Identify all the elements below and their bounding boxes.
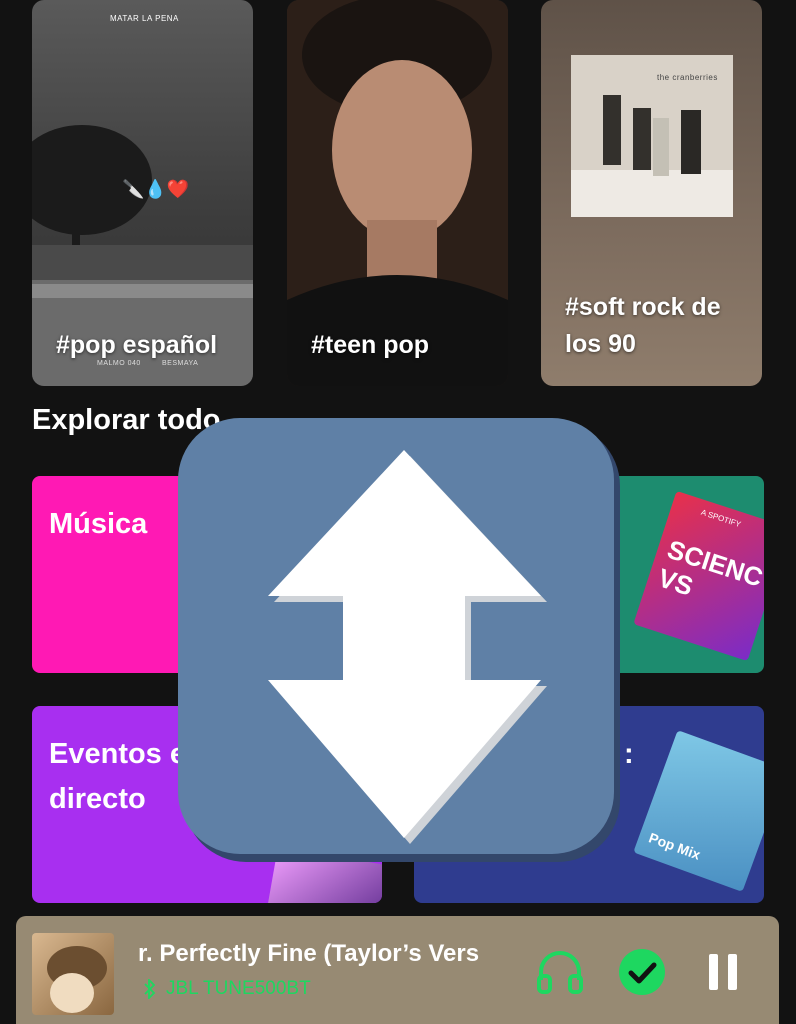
- tag-label-line1: #soft rock de: [565, 293, 721, 321]
- bluetooth-icon: [144, 979, 156, 999]
- category-label-line1: Eventos e: [49, 738, 186, 770]
- now-playing-album-art[interactable]: [32, 933, 114, 1015]
- podcast-cover: A SPOTIFY SCIENC VS: [633, 490, 764, 662]
- check-circle-icon[interactable]: [616, 946, 668, 998]
- pop-mix-cover: Pop Mix: [633, 730, 764, 892]
- pause-icon[interactable]: [697, 946, 749, 998]
- tag-label-line2: los 90: [565, 330, 636, 358]
- category-label-line2: directo: [49, 783, 146, 815]
- svg-text:🔪💧❤️: 🔪💧❤️: [122, 178, 190, 199]
- now-playing-track-title[interactable]: r. Perfectly Fine (Taylor’s Vers: [138, 940, 498, 968]
- podcast-cover-badge: A SPOTIFY: [699, 507, 742, 530]
- up-down-arrows-icon[interactable]: [178, 418, 626, 868]
- device-name: JBL TUNE500BT: [166, 978, 311, 999]
- tag-label: #pop español: [56, 331, 218, 359]
- album-cover-title: the cranberries: [657, 73, 718, 82]
- connected-device[interactable]: JBL TUNE500BT: [144, 978, 311, 1000]
- tag-card-soft-rock-90[interactable]: the cranberries #soft rock de los 90: [541, 0, 762, 386]
- pop-mix-text: Pop Mix: [646, 829, 703, 863]
- podcast-cover-text: SCIENC VS: [654, 533, 764, 602]
- now-playing-bar[interactable]: r. Perfectly Fine (Taylor’s Vers JBL TUN…: [16, 916, 779, 1024]
- headphones-icon[interactable]: [534, 946, 586, 998]
- category-label: Música: [49, 508, 148, 540]
- cover-artist: MALMO 040: [97, 360, 141, 367]
- tag-card-pop-espanol[interactable]: MATAR LA PENA 🔪💧❤️ #pop español MALMO 04…: [32, 0, 253, 386]
- tag-card-teen-pop[interactable]: #teen pop: [287, 0, 508, 386]
- cover-label: BESMAYA: [162, 360, 199, 367]
- tag-label: #teen pop: [311, 331, 430, 359]
- album-art-image: [47, 946, 107, 1013]
